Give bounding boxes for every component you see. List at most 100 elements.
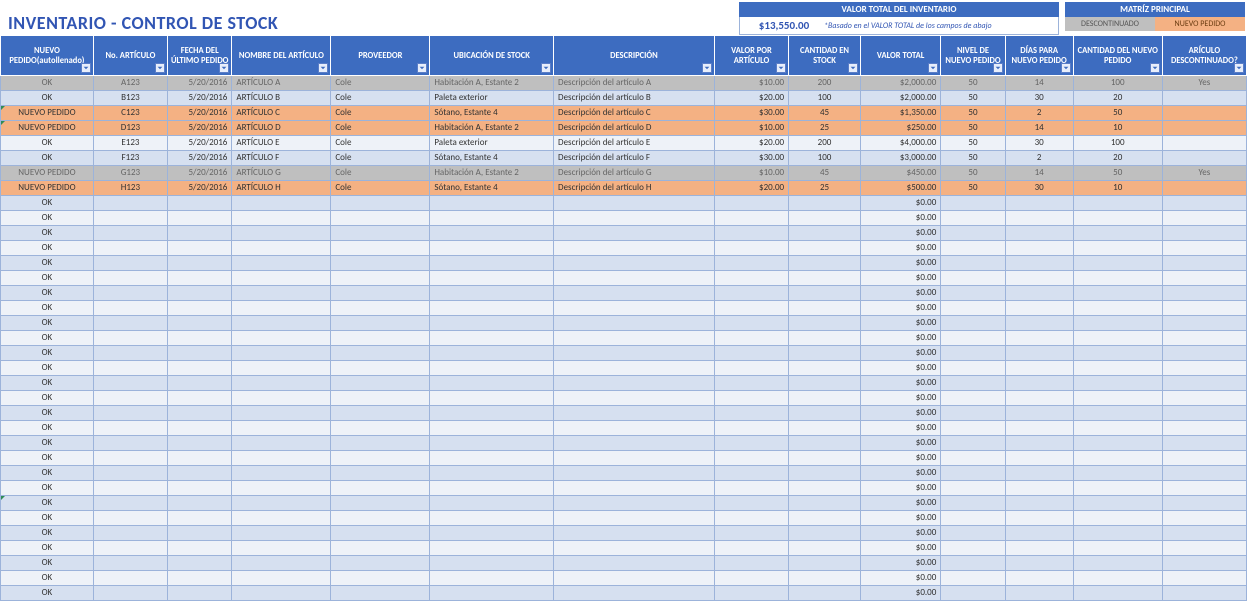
cell[interactable] [232, 556, 331, 571]
cell[interactable] [331, 496, 430, 511]
cell[interactable] [232, 256, 331, 271]
cell[interactable] [1073, 496, 1162, 511]
table-row[interactable]: OK$0.00 [1, 526, 1247, 541]
cell[interactable] [554, 421, 715, 436]
cell[interactable] [430, 271, 554, 286]
table-row[interactable]: OK$0.00 [1, 436, 1247, 451]
cell[interactable] [789, 331, 861, 346]
cell[interactable] [93, 376, 167, 391]
cell[interactable]: Yes [1162, 166, 1246, 181]
table-row[interactable]: OK$0.00 [1, 391, 1247, 406]
col-header[interactable]: DESCRIPCIÓN [554, 36, 715, 76]
cell[interactable] [168, 586, 232, 601]
cell[interactable]: F123 [93, 151, 167, 166]
cell[interactable] [554, 466, 715, 481]
cell[interactable] [1162, 451, 1246, 466]
cell[interactable]: ARTÍCULO H [232, 181, 331, 196]
cell[interactable] [93, 196, 167, 211]
table-row[interactable]: NUEVO PEDIDOC1235/20/2016ARTÍCULO CColeS… [1, 106, 1247, 121]
cell[interactable] [554, 331, 715, 346]
cell[interactable]: $0.00 [860, 196, 940, 211]
cell[interactable] [331, 376, 430, 391]
cell[interactable] [789, 406, 861, 421]
cell[interactable] [93, 466, 167, 481]
col-header[interactable]: PROVEEDOR [331, 36, 430, 76]
cell[interactable] [789, 256, 861, 271]
cell[interactable] [93, 361, 167, 376]
cell[interactable] [1073, 376, 1162, 391]
cell[interactable] [1005, 436, 1073, 451]
cell[interactable] [232, 331, 331, 346]
cell[interactable]: OK [1, 136, 94, 151]
cell[interactable]: OK [1, 151, 94, 166]
cell[interactable] [168, 481, 232, 496]
cell[interactable]: 10 [1073, 181, 1162, 196]
cell[interactable] [554, 256, 715, 271]
cell[interactable]: NUEVO PEDIDO [1, 181, 94, 196]
cell[interactable]: OK [1, 421, 94, 436]
cell[interactable] [941, 526, 1005, 541]
cell[interactable] [331, 526, 430, 541]
cell[interactable]: $0.00 [860, 256, 940, 271]
cell[interactable]: 25 [789, 121, 861, 136]
cell[interactable] [168, 211, 232, 226]
cell[interactable]: Descripción del artículo B [554, 91, 715, 106]
cell[interactable] [714, 421, 788, 436]
cell[interactable] [1162, 466, 1246, 481]
cell[interactable] [1005, 196, 1073, 211]
cell[interactable] [714, 556, 788, 571]
cell[interactable] [1073, 346, 1162, 361]
table-row[interactable]: OK$0.00 [1, 361, 1247, 376]
cell[interactable]: ARTÍCULO D [232, 121, 331, 136]
cell[interactable]: OK [1, 526, 94, 541]
cell[interactable] [232, 286, 331, 301]
table-row[interactable]: OK$0.00 [1, 511, 1247, 526]
cell[interactable] [1162, 361, 1246, 376]
cell[interactable]: $0.00 [860, 496, 940, 511]
cell[interactable] [1162, 106, 1246, 121]
table-row[interactable]: NUEVO PEDIDOD1235/20/2016ARTÍCULO DColeH… [1, 121, 1247, 136]
cell[interactable]: $30.00 [714, 151, 788, 166]
cell[interactable]: $0.00 [860, 391, 940, 406]
cell[interactable] [554, 241, 715, 256]
cell[interactable]: $0.00 [860, 226, 940, 241]
cell[interactable]: $0.00 [860, 316, 940, 331]
cell[interactable] [789, 241, 861, 256]
cell[interactable]: $250.00 [860, 121, 940, 136]
cell[interactable] [1005, 346, 1073, 361]
cell[interactable] [93, 286, 167, 301]
cell[interactable] [1162, 391, 1246, 406]
cell[interactable]: 45 [789, 106, 861, 121]
cell[interactable]: 5/20/2016 [168, 106, 232, 121]
cell[interactable] [430, 376, 554, 391]
table-row[interactable]: OK$0.00 [1, 331, 1247, 346]
cell[interactable]: 5/20/2016 [168, 151, 232, 166]
cell[interactable]: $20.00 [714, 91, 788, 106]
cell[interactable] [714, 241, 788, 256]
cell[interactable] [232, 301, 331, 316]
cell[interactable]: 5/20/2016 [168, 181, 232, 196]
cell[interactable]: 14 [1005, 121, 1073, 136]
cell[interactable] [1005, 226, 1073, 241]
cell[interactable] [554, 211, 715, 226]
cell[interactable] [1162, 571, 1246, 586]
cell[interactable]: $2,000.00 [860, 76, 940, 91]
col-header[interactable]: NIVEL DE NUEVO PEDIDO [941, 36, 1005, 76]
cell[interactable] [430, 586, 554, 601]
col-header[interactable]: ARÍCULO DESCONTINUADO? [1162, 36, 1246, 76]
cell[interactable]: 100 [789, 151, 861, 166]
cell[interactable] [168, 316, 232, 331]
cell[interactable] [941, 331, 1005, 346]
cell[interactable] [1073, 466, 1162, 481]
cell[interactable] [168, 406, 232, 421]
cell[interactable] [331, 256, 430, 271]
table-row[interactable]: OK$0.00 [1, 346, 1247, 361]
cell[interactable] [430, 571, 554, 586]
cell[interactable] [1162, 271, 1246, 286]
cell[interactable] [1005, 331, 1073, 346]
cell[interactable] [1005, 571, 1073, 586]
cell[interactable] [331, 316, 430, 331]
cell[interactable] [1162, 586, 1246, 601]
cell[interactable] [789, 586, 861, 601]
cell[interactable] [554, 541, 715, 556]
